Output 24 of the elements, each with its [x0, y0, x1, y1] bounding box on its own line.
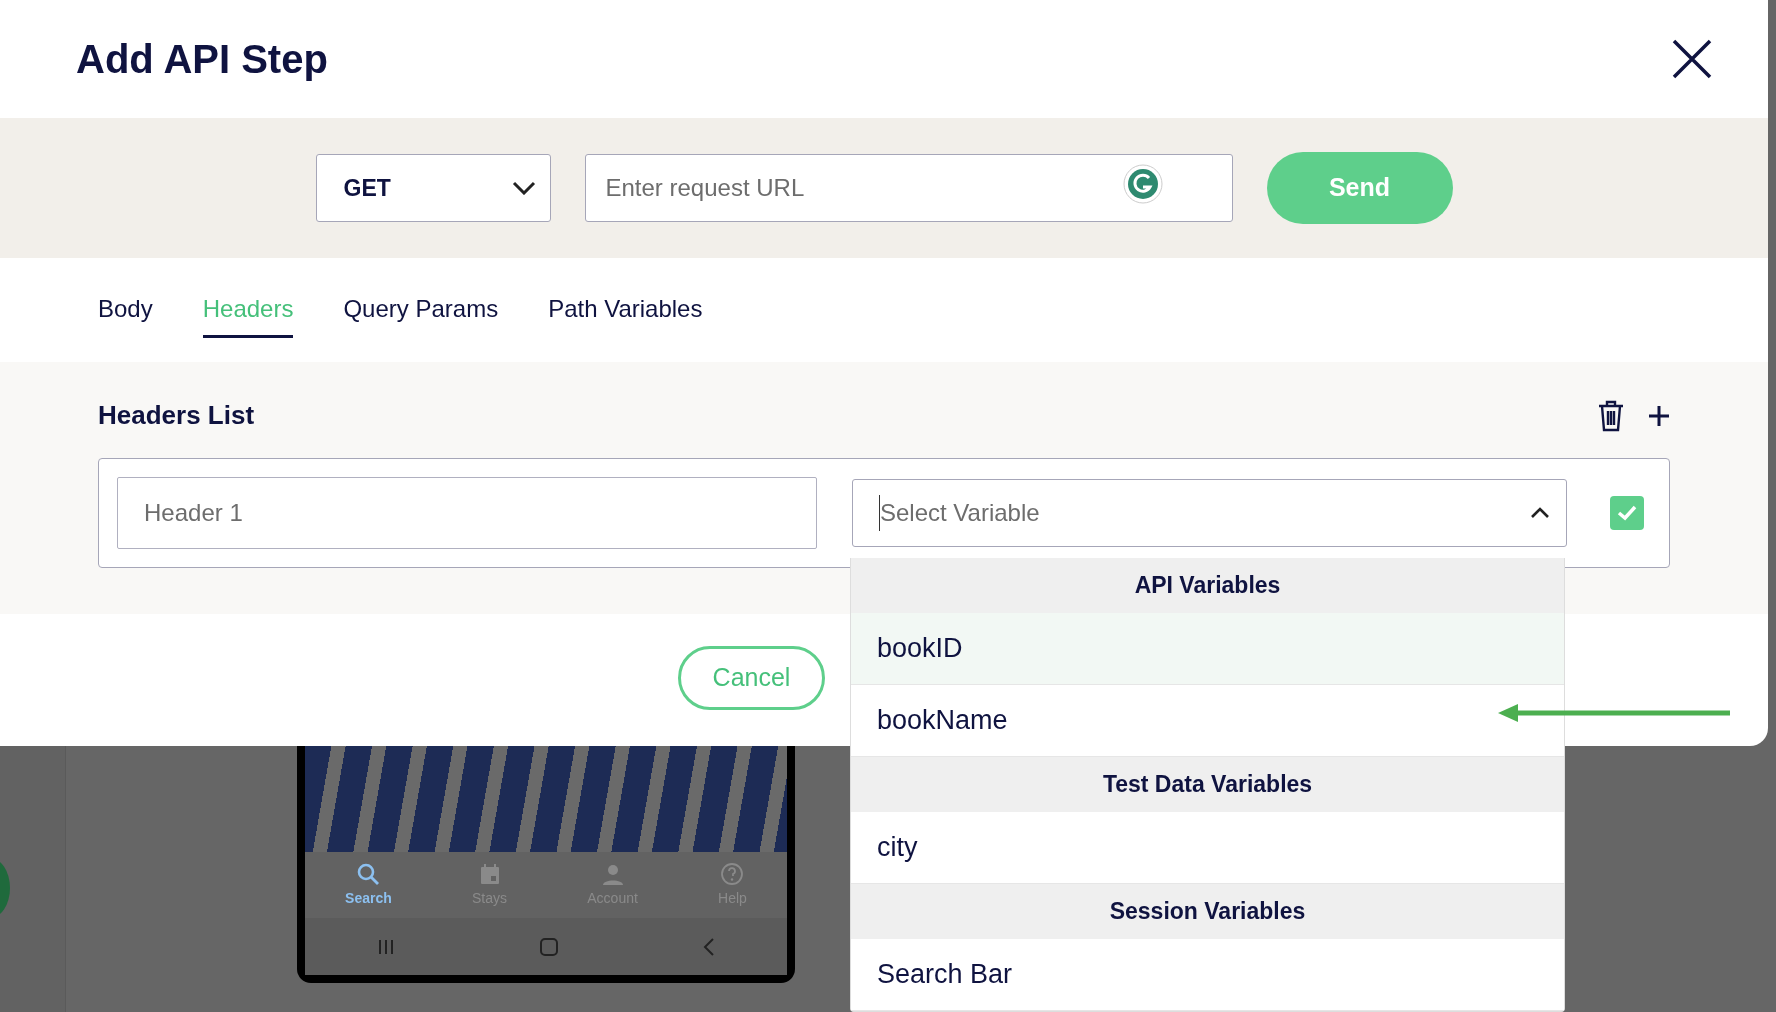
- variable-dropdown[interactable]: Select Variable: [852, 479, 1567, 547]
- tab[interactable]: Query Params: [343, 282, 499, 338]
- home-icon[interactable]: [539, 936, 559, 957]
- back-icon[interactable]: [701, 936, 716, 957]
- chevron-down-icon: [511, 181, 536, 195]
- section-title: Headers List: [98, 400, 255, 432]
- trash-icon[interactable]: [1598, 400, 1624, 432]
- method-dropdown[interactable]: GET: [315, 154, 551, 222]
- plus-icon[interactable]: [1648, 405, 1670, 427]
- checkbox[interactable]: [1610, 496, 1644, 530]
- group-heading: Test Data Variables: [851, 757, 1564, 812]
- chevron-up-icon: [1530, 507, 1550, 519]
- header-name-field[interactable]: Header 1: [117, 477, 817, 549]
- group-heading: API Variables: [851, 558, 1564, 613]
- checkmark-icon: [1617, 505, 1637, 521]
- tab[interactable]: Body: [98, 282, 153, 338]
- help-icon: [720, 861, 745, 886]
- dialog-title: Add API Step: [76, 36, 328, 83]
- menu-item[interactable]: bookID: [851, 613, 1564, 685]
- url-field[interactable]: Enter request URL: [584, 154, 1233, 222]
- group-heading: Session Variables: [851, 884, 1564, 939]
- search-icon: [356, 861, 381, 886]
- close-icon[interactable]: [1672, 39, 1712, 79]
- tab[interactable]: Path Variables: [548, 282, 703, 338]
